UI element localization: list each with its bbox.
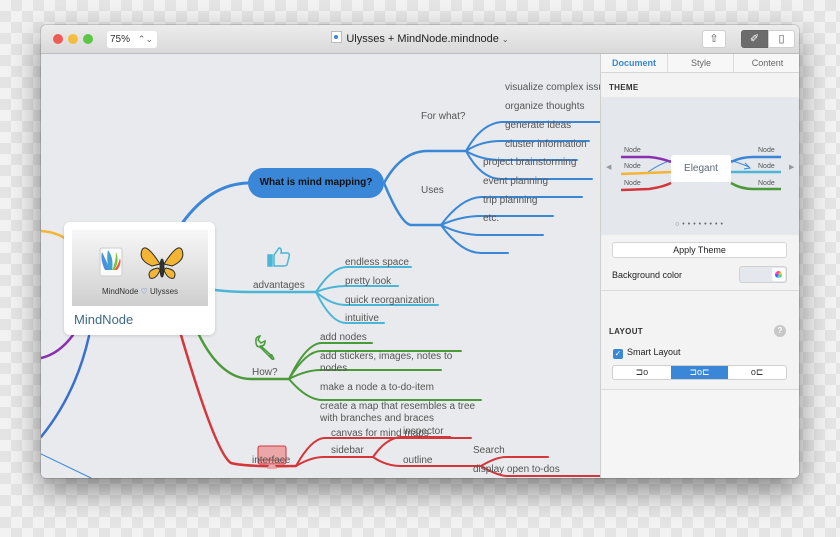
app-window: 75% ⌃⌄ Ulysses + MindNode.mindnode ⌄ ⇧ ✐ ▯ [41,25,799,478]
node-child[interactable]: pretty look [345,276,391,287]
blue-left-branch-line [41,334,91,439]
node-child[interactable]: intuitive [345,313,379,324]
node-child[interactable]: add stickers, images, notes to [320,351,452,362]
blue-main-line [181,181,250,224]
node-child-cont[interactable]: nodes [320,363,347,374]
node-child[interactable]: quick reorganization [345,295,435,306]
mindnode-logo-icon [99,247,123,277]
main-node-card[interactable]: MindNode ♡ Ulysses MindNode [64,222,215,335]
title-bar: 75% ⌃⌄ Ulysses + MindNode.mindnode ⌄ ⇧ ✐ ▯ [41,25,799,54]
checkmark-icon: ✓ [613,349,623,359]
node-for-what[interactable]: For what? [421,111,465,122]
node-child[interactable]: add nodes [320,332,367,343]
divider [601,290,799,291]
brand-mindnode: MindNode [101,287,139,296]
blue-thin-line [41,453,92,478]
next-theme-arrow[interactable]: ▶ [789,163,794,171]
node-child[interactable]: trip planning [483,195,537,206]
node-child[interactable]: visualize complex issu [505,82,600,93]
sidebar-icon: ▯ [778,33,785,45]
preview-node: Node [624,147,641,154]
toggle-sidebar-button[interactable]: ▯ [768,30,795,48]
layout-heading: LAYOUT [609,327,643,336]
sidebar-empty-area [601,389,799,478]
node-uses[interactable]: Uses [421,185,444,196]
topic-what-is-mind-mapping[interactable]: What is mind mapping? [248,168,384,198]
mindmap-canvas[interactable]: What is mind mapping? For what? visualiz… [41,54,600,478]
preview-node: Node [624,180,641,187]
main-node-image: MindNode ♡ Ulysses [72,230,208,306]
node-child[interactable]: endless space [345,257,409,268]
node-how[interactable]: How? [252,367,278,378]
both-layout-icon[interactable]: ⊐o⊏ [670,366,729,379]
background-color-label: Background color [612,270,683,280]
node-child[interactable]: Search [473,445,505,456]
inspector-tabs: Document Style Content [601,54,799,73]
theme-preview[interactable]: Node Node Node Node Node Node Elegant ◀ … [601,97,799,235]
preview-node: Node [624,163,641,170]
node-interface[interactable]: interface [252,455,290,466]
preview-node: Node [758,163,775,170]
style-inspector-button[interactable]: ✐ [741,30,768,48]
node-child[interactable]: event planning [483,176,548,187]
node-child[interactable]: make a node a to-do-item [320,382,434,393]
paintbrush-icon: ✐ [749,33,760,45]
preview-node: Node [758,180,775,187]
purple-branch-line [41,333,75,360]
smart-layout-label: Smart Layout [627,347,681,357]
node-child[interactable]: display open to-dos [473,464,560,475]
node-child[interactable]: etc. [483,213,499,224]
tab-document[interactable]: Document [601,54,667,72]
node-child[interactable]: generate ideas [505,120,571,131]
previous-theme-arrow[interactable]: ◀ [606,163,611,171]
yellow-branch-line [41,229,68,241]
node-sidebar[interactable]: sidebar [331,445,364,456]
theme-page-dots[interactable]: ○•••••••• [601,221,799,228]
node-child-cont[interactable]: with branches and braces [320,413,434,424]
brand-ulysses: Ulysses [150,287,179,296]
theme-name: Elegant [671,155,731,182]
share-icon: ⇧ [709,33,719,45]
layout-direction-control: ⊐o ⊐o⊏ o⊏ [612,365,787,380]
smart-layout-checkbox[interactable]: ✓ Smart Layout [613,347,681,359]
tab-content[interactable]: Content [733,54,799,72]
node-child[interactable]: organize thoughts [505,101,585,112]
chevron-down-icon: ⌄ [501,35,509,44]
brand-line: MindNode ♡ Ulysses [72,287,208,296]
document-title-text: Ulysses + MindNode.mindnode [346,33,499,45]
document-icon [331,31,343,43]
help-icon[interactable]: ? [774,325,786,337]
main-node-caption: MindNode [74,312,134,327]
heart-icon: ♡ [140,287,148,296]
preview-node: Node [758,147,775,154]
app-logos [99,247,184,279]
ulysses-butterfly-icon [140,247,184,279]
node-child[interactable]: cluster information [505,139,587,150]
background-color-well[interactable] [739,266,787,283]
left-layout-icon[interactable]: ⊐o [613,366,671,379]
node-outline[interactable]: outline [403,455,432,466]
theme-heading: THEME [609,83,639,92]
right-layout-icon[interactable]: o⊏ [728,366,786,379]
inspector-sidebar: Document Style Content THEME Node Node N… [600,54,799,478]
apply-theme-button[interactable]: Apply Theme [612,242,787,258]
color-wheel-icon [772,268,785,281]
tab-style[interactable]: Style [667,54,734,72]
node-inspector[interactable]: inspector [403,426,444,437]
share-button[interactable]: ⇧ [702,30,726,48]
for-what-line [382,149,468,185]
node-child[interactable]: create a map that resembles a tree [320,401,475,412]
node-advantages[interactable]: advantages [253,280,305,291]
document-title[interactable]: Ulysses + MindNode.mindnode ⌄ [41,25,799,54]
node-child[interactable]: project brainstorming [483,157,576,168]
